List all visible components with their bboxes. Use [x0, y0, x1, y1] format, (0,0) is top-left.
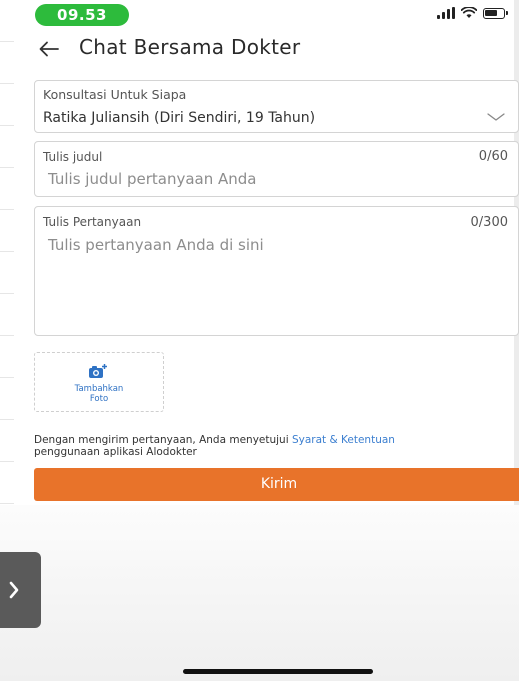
chat-form-screen: 09.53 Chat Bersama Dokter Konsultasi Unt…	[0, 0, 519, 681]
arrow-left-icon	[39, 41, 59, 57]
battery-icon	[483, 7, 508, 19]
patient-select-label: Konsultasi Untuk Siapa	[43, 87, 187, 102]
bottom-area	[0, 505, 519, 681]
chevron-right-icon	[9, 581, 19, 599]
patient-select[interactable]: Konsultasi Untuk Siapa Ratika Juliansih …	[34, 80, 519, 133]
question-field-label: Tulis Pertanyaan	[43, 215, 142, 229]
terms-text: Dengan mengirim pertanyaan, Anda menyetu…	[34, 434, 289, 446]
question-char-counter: 0/300	[470, 215, 508, 230]
title-field[interactable]: Tulis judul 0/60 Tulis judul pertanyaan …	[34, 141, 519, 197]
terms-text-2: penggunaan aplikasi Alodokter	[34, 446, 197, 458]
title-field-label: Tulis judul	[43, 150, 103, 164]
status-bar: 09.53	[0, 0, 519, 32]
terms-link[interactable]: Syarat & Ketentuan	[292, 434, 395, 446]
terms-notice: Dengan mengirim pertanyaan, Anda menyetu…	[34, 434, 519, 458]
add-photo-label-line1: Tambahkan	[74, 384, 124, 394]
title-char-counter: 0/60	[478, 149, 508, 164]
chevron-down-icon	[487, 113, 505, 121]
signal-icon	[437, 7, 455, 19]
page-title: Chat Bersama Dokter	[79, 35, 301, 59]
question-textarea[interactable]: Tulis pertanyaan Anda di sini	[48, 236, 264, 254]
send-button[interactable]: Kirim	[34, 468, 519, 501]
title-input[interactable]: Tulis judul pertanyaan Anda	[48, 170, 256, 188]
wifi-icon	[461, 7, 477, 18]
status-time: 09.53	[35, 4, 129, 26]
question-field[interactable]: Tulis Pertanyaan 0/300 Tulis pertanyaan …	[34, 206, 519, 336]
app-header: Chat Bersama Dokter	[0, 30, 519, 70]
add-photo-label-line2: Foto	[89, 394, 109, 404]
home-indicator	[183, 669, 373, 674]
add-photo-button[interactable]: Tambahkan Foto	[34, 352, 164, 412]
camera-plus-icon	[89, 364, 107, 378]
side-drawer-tab[interactable]	[0, 552, 41, 628]
status-icons	[437, 7, 508, 19]
add-photo-label: Tambahkan Foto	[35, 384, 163, 404]
back-button[interactable]	[36, 36, 62, 62]
patient-select-value: Ratika Juliansih (Diri Sendiri, 19 Tahun…	[43, 110, 316, 126]
